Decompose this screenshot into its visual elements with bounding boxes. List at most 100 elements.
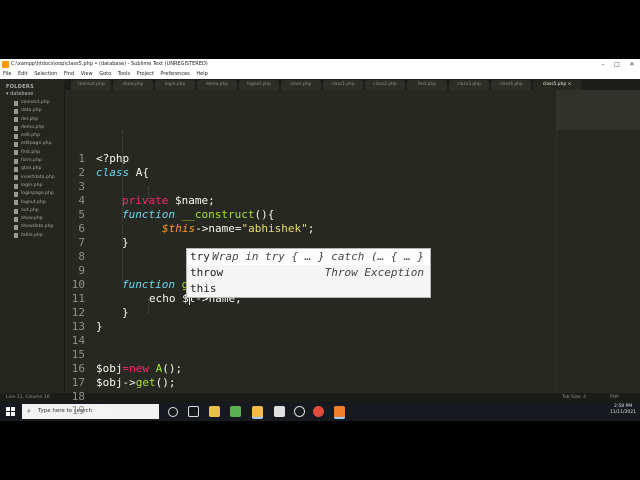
close-brace: } [122, 236, 129, 249]
tab-class[interactable]: class.php [281, 80, 321, 90]
menu-find[interactable]: Find [64, 71, 74, 77]
file-icon [14, 158, 18, 164]
sidebar-file[interactable]: out.php [14, 207, 55, 215]
tab-show[interactable]: show.php [113, 80, 153, 90]
folder-label: database [10, 91, 34, 97]
status-tab-size[interactable]: Tab Size: 4 [562, 393, 586, 402]
line-number: 11 [71, 292, 85, 305]
keyword-private: private [122, 194, 169, 207]
file-icon [14, 150, 18, 156]
autocomplete-popup: try Wrap in try { … } catch (… { … } thr… [186, 248, 431, 298]
code-editor[interactable]: <?php class A{ private $name; function _… [96, 90, 556, 393]
sidebar-file-label: logout.php [21, 199, 46, 205]
code-line-19: ?> [96, 404, 109, 417]
settings-icon[interactable] [294, 406, 305, 417]
sidebar-file[interactable]: table.php [14, 232, 55, 240]
file-icon [14, 183, 18, 189]
completion-trigger: throw [190, 266, 224, 279]
code-line-12: } [122, 306, 129, 319]
code-line-2: class A{ [96, 166, 149, 179]
fn-construct: __construct [174, 208, 255, 221]
file-explorer-icon[interactable] [209, 406, 220, 417]
sidebar-file-label: showdata.php [21, 224, 54, 230]
chrome-icon[interactable] [313, 406, 324, 417]
file-icon [14, 133, 18, 139]
menu-project[interactable]: Project [137, 71, 154, 77]
tab-class2[interactable]: class2.php [365, 80, 405, 90]
sidebar-file[interactable]: first.php [14, 149, 55, 157]
menu-edit[interactable]: Edit [18, 71, 28, 77]
minimap-viewport[interactable] [557, 90, 640, 130]
sidebar-file[interactable]: connect.php [14, 99, 55, 107]
sidebar-file[interactable]: login.php [14, 182, 55, 190]
minimap[interactable] [556, 90, 640, 393]
app-icon[interactable] [274, 406, 285, 417]
tab-class3[interactable]: class3.php [449, 80, 489, 90]
arrow-name: ->name= [195, 222, 242, 235]
obj-var: $obj [96, 362, 123, 375]
line-number: 8 [78, 250, 85, 263]
folder-database[interactable]: ▾ database [6, 91, 33, 97]
close-brace: } [96, 320, 103, 333]
minimize-button[interactable]: – [596, 59, 610, 70]
sidebar-file[interactable]: form.php [14, 157, 55, 165]
tab-class5-active[interactable]: class5.php × [533, 80, 581, 90]
taskbar-search-box[interactable]: ⌕ Type here to search [22, 404, 159, 419]
sublime-text-icon[interactable] [252, 406, 263, 419]
file-icon [14, 125, 18, 131]
sidebar-file[interactable]: loginpage.php [14, 190, 55, 198]
sidebar-file-label: out.php [21, 207, 39, 213]
tab-logout[interactable]: logout.php [239, 80, 279, 90]
sidebar-file[interactable]: show.php [14, 215, 55, 223]
autocomplete-item-throw[interactable]: throw Throw Exception [187, 265, 430, 281]
line-number: 16 [71, 362, 85, 375]
sidebar-file[interactable]: logout.php [14, 199, 55, 207]
tab-demo[interactable]: demo.php [197, 80, 237, 90]
sidebar-file[interactable]: insertdata.php [14, 174, 55, 182]
autocomplete-item-try[interactable]: try Wrap in try { … } catch (… { … } [187, 249, 430, 265]
sidebar-file[interactable]: editpage.php [14, 140, 55, 148]
tab-connect[interactable]: connect.php [71, 80, 111, 90]
code-line-1: <?php [96, 152, 129, 165]
maximize-button[interactable]: □ [610, 59, 624, 70]
tab-close-icon[interactable]: × [568, 82, 572, 87]
status-syntax[interactable]: PHP [610, 393, 619, 402]
task-view-icon[interactable] [188, 406, 199, 417]
notepad-icon[interactable] [230, 406, 241, 417]
sidebar-file[interactable]: showdata.php [14, 223, 55, 231]
tab-test[interactable]: test.php [407, 80, 447, 90]
completion-trigger: this [190, 282, 217, 295]
line-number: 13 [71, 320, 85, 333]
file-icon [14, 108, 18, 114]
menu-file[interactable]: File [3, 71, 11, 77]
file-icon [14, 225, 18, 231]
sidebar-file[interactable]: del.php [14, 116, 55, 124]
paren: (); [155, 376, 176, 389]
menu-goto[interactable]: Goto [99, 71, 111, 77]
status-line-col[interactable]: Line 11, Column 16 [6, 393, 50, 402]
menu-tools[interactable]: Tools [118, 71, 130, 77]
sidebar-file[interactable]: data.php [14, 107, 55, 115]
fn-get-call: get [135, 376, 156, 389]
code-line-5: function __construct(){ [122, 208, 274, 221]
cortana-icon[interactable] [168, 407, 178, 417]
xampp-icon[interactable] [334, 406, 345, 419]
menu-view[interactable]: View [81, 71, 93, 77]
tab-login[interactable]: login.php [155, 80, 195, 90]
sidebar-file[interactable]: demo.php [14, 124, 55, 132]
sidebar-file[interactable]: qtve.php [14, 165, 55, 173]
close-button[interactable]: ✕ [625, 59, 639, 70]
windows-start-icon[interactable] [6, 407, 15, 416]
keyword-function: function [122, 208, 175, 221]
menu-help[interactable]: Help [196, 71, 207, 77]
system-tray-clock[interactable]: 2:58 PM 11/11/2021 [610, 404, 636, 416]
tab-class1[interactable]: class1.php [323, 80, 363, 90]
sublime-app-icon [2, 61, 9, 68]
tab-class4[interactable]: class4.php [491, 80, 531, 90]
keyword-function: function [122, 278, 175, 291]
sidebar-file[interactable]: edit.php [14, 132, 55, 140]
autocomplete-item-this[interactable]: this [187, 281, 430, 297]
menu-selection[interactable]: Selection [34, 71, 57, 77]
line-number: 18 [71, 390, 85, 403]
menu-preferences[interactable]: Preferences [160, 71, 189, 77]
